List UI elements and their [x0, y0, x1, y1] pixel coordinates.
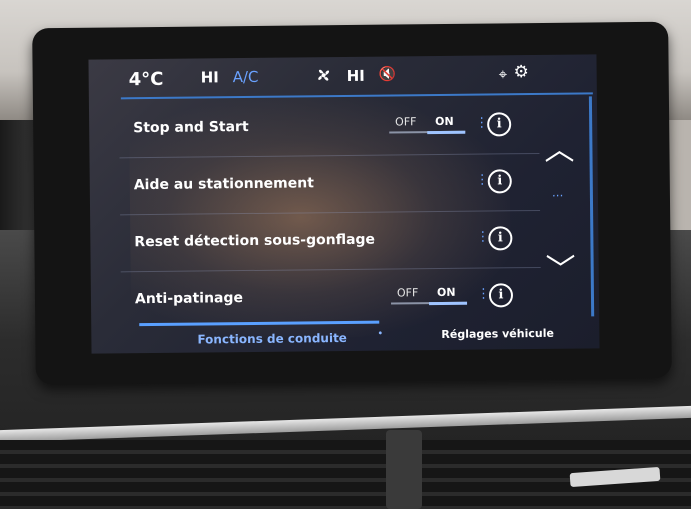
toggle-active-indicator [427, 130, 466, 135]
bottom-tabs: Fonctions de conduite • Réglages véhicul… [91, 316, 599, 353]
setting-label: Stop and Start [133, 118, 249, 137]
toggle-off-label: OFF [396, 286, 419, 300]
tab-reglages-vehicule[interactable]: Réglages véhicule [441, 327, 554, 341]
scroll-down-button[interactable]: ﹀ [545, 245, 576, 289]
toggle-on-label: ON [435, 114, 454, 129]
info-icon[interactable]: i [487, 169, 512, 194]
tab-separator: • [377, 328, 384, 340]
temperature[interactable]: 4°C [129, 69, 164, 90]
setting-label: Anti-patinage [134, 290, 244, 308]
infotainment-screen: 4°C HI A/C HI 🔇 ⌖ ⚙ Stop and Start OFF O… [88, 54, 600, 354]
anti-patinage-toggle[interactable]: OFF ON [391, 283, 468, 306]
setting-reset-detection[interactable]: Reset détection sous-gonflage ⋮ i [120, 210, 541, 273]
setting-stop-and-start[interactable]: Stop and Start OFF ON ⋮ i [118, 96, 540, 159]
toggle-active-indicator [429, 301, 468, 306]
setting-label: Aide au stationnement [133, 175, 314, 194]
stop-start-toggle[interactable]: OFF ON [389, 112, 466, 135]
info-icon[interactable]: i [488, 283, 514, 308]
scroll-position-dots: ··· [551, 188, 564, 203]
info-icon[interactable]: i [488, 226, 513, 251]
tab-fonctions-de-conduite[interactable]: Fonctions de conduite [197, 331, 347, 347]
vent-control [386, 430, 422, 509]
setting-label: Reset détection sous-gonflage [134, 231, 376, 251]
toggle-off-label: OFF [395, 115, 417, 129]
fan-mode[interactable]: HI [201, 68, 219, 86]
gear-icon[interactable]: ⚙ [514, 62, 529, 82]
mute-icon[interactable]: 🔇 [379, 66, 397, 82]
location-pin-icon[interactable]: ⌖ [499, 65, 508, 83]
settings-list: Stop and Start OFF ON ⋮ i Aide au statio… [118, 96, 541, 328]
status-bar: 4°C HI A/C HI 🔇 ⌖ ⚙ [88, 54, 596, 97]
scrollbar[interactable] [588, 96, 595, 317]
ac-label[interactable]: A/C [233, 68, 259, 86]
info-icon[interactable]: i [487, 112, 512, 137]
active-tab-indicator [139, 320, 380, 327]
fan-speed[interactable]: HI [347, 67, 365, 85]
fan-icon[interactable] [315, 66, 333, 88]
setting-aide-stationnement[interactable]: Aide au stationnement ⋮ i [119, 153, 541, 216]
scroll-up-button[interactable]: ︿ [544, 125, 574, 169]
toggle-on-label: ON [436, 285, 456, 300]
